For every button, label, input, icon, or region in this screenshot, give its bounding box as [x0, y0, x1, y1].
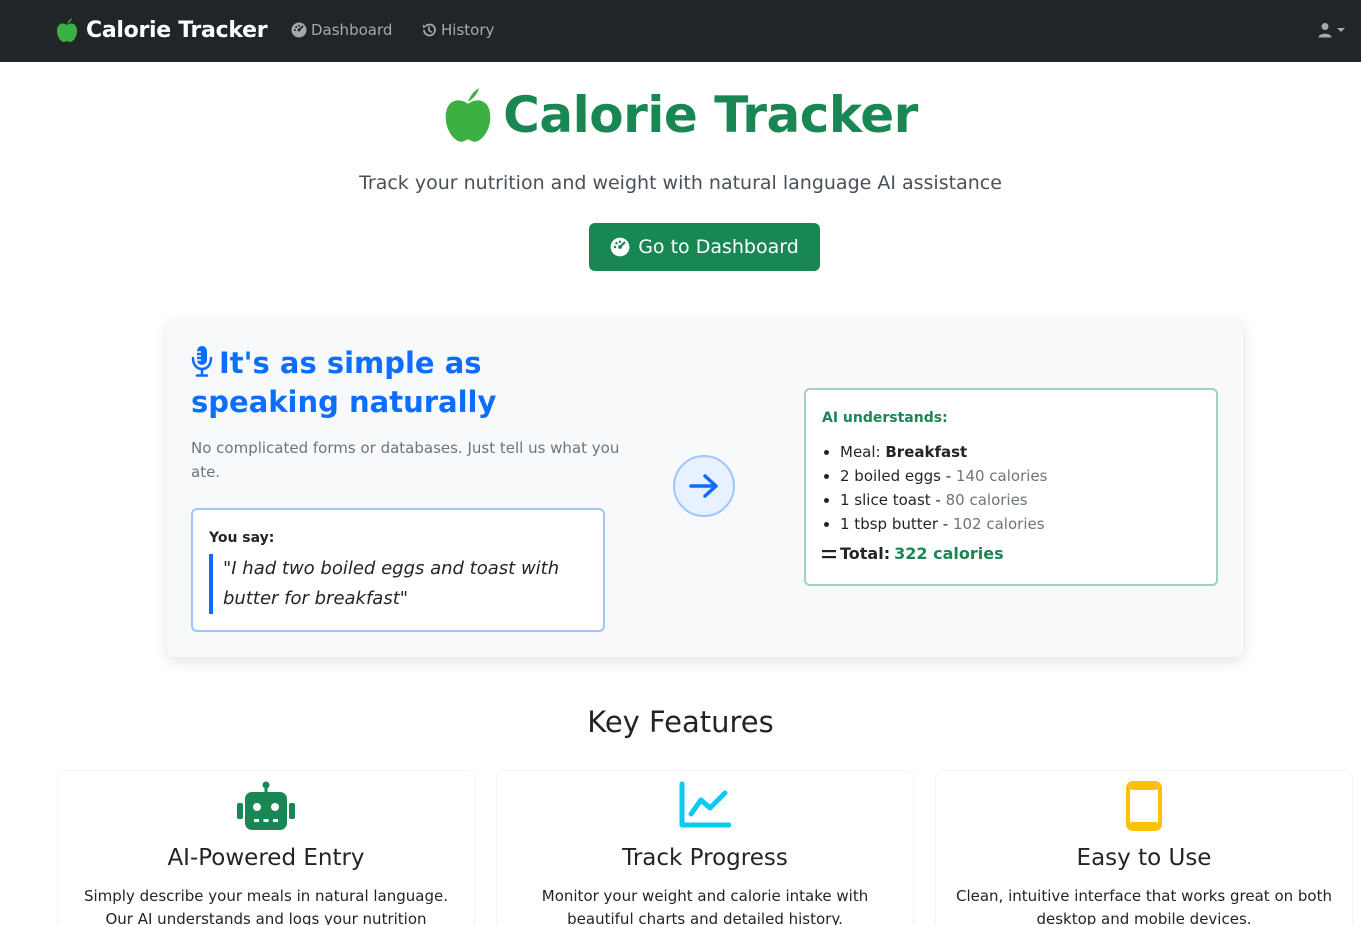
hero-title-text: Calorie Tracker: [503, 86, 918, 144]
feature-card-ai: AI-Powered Entry Simply describe your me…: [57, 770, 475, 925]
total-label: Total:: [840, 544, 891, 563]
demo-card: It's as simple as speaking naturally No …: [167, 320, 1243, 657]
user-icon: [1318, 23, 1332, 38]
meal-label: Meal:: [840, 443, 881, 461]
food-name: 1 tbsp butter: [840, 515, 939, 533]
microphone-icon: [191, 346, 213, 377]
feature-description: Monitor your weight and calorie intake w…: [541, 887, 869, 925]
features-title: Key Features: [587, 705, 774, 739]
chart-line-icon: [679, 781, 731, 828]
nav-link-history-label: History: [441, 21, 495, 39]
nav-link-dashboard[interactable]: Dashboard: [291, 21, 392, 39]
ai-understands-label: AI understands:: [822, 410, 948, 426]
food-separator: -: [938, 515, 953, 533]
demo-heading: It's as simple as speaking naturally: [191, 344, 621, 422]
feature-card-progress: Track Progress Monitor your weight and c…: [496, 770, 914, 925]
arrow-right-icon: [689, 474, 718, 498]
navbar: Calorie Tracker Dashboard History: [0, 0, 1361, 62]
food-name: 1 slice toast: [840, 491, 931, 509]
food-separator: -: [930, 491, 946, 509]
example-quote: "I had two boiled eggs and toast with bu…: [209, 554, 589, 614]
apple-icon: [445, 88, 491, 142]
arrow-circle: [673, 455, 735, 517]
navbar-brand[interactable]: Calorie Tracker: [56, 17, 268, 43]
total-value: 322 calories: [894, 544, 1004, 563]
feature-card-easy: Easy to Use Clean, intuitive interface t…: [935, 770, 1353, 925]
demo-description: No complicated forms or databases. Just …: [191, 439, 620, 481]
food-name: 2 boiled eggs: [840, 467, 941, 485]
list-item: 1 tbsp butter - 102 calories: [840, 512, 1047, 536]
tachometer-icon: [291, 22, 307, 38]
apple-icon: [57, 18, 77, 42]
list-item: Meal: Breakfast: [840, 440, 1047, 464]
food-calories: 102 calories: [952, 515, 1045, 533]
meal-value: Breakfast: [885, 443, 968, 461]
go-to-dashboard-button[interactable]: Go to Dashboard: [589, 223, 820, 271]
hero-title: Calorie Tracker: [0, 86, 1361, 144]
equals-icon: [822, 549, 836, 558]
brand-label: Calorie Tracker: [86, 17, 268, 43]
ai-item-list: Meal: Breakfast 2 boiled eggs - 140 calo…: [840, 440, 1047, 536]
nav-link-dashboard-label: Dashboard: [311, 21, 393, 39]
list-item: 2 boiled eggs - 140 calories: [840, 464, 1047, 488]
list-item: 1 slice toast - 80 calories: [840, 488, 1047, 512]
history-icon: [422, 23, 436, 37]
go-to-dashboard-label: Go to Dashboard: [638, 236, 799, 258]
feature-title: Track Progress: [622, 845, 788, 871]
food-calories: 140 calories: [955, 467, 1048, 485]
tachometer-icon: [610, 237, 630, 257]
feature-description: Simply describe your meals in natural la…: [83, 887, 448, 925]
robot-icon: [237, 781, 295, 830]
nav-link-history[interactable]: History: [421, 21, 494, 39]
feature-title: Easy to Use: [1076, 845, 1212, 871]
hero-subtitle: Track your nutrition and weight with nat…: [359, 172, 1002, 194]
feature-description: Clean, intuitive interface that works gr…: [955, 887, 1332, 925]
food-calories: 80 calories: [945, 491, 1028, 509]
caret-down-icon: [1337, 28, 1345, 32]
you-say-box: You say: "I had two boiled eggs and toas…: [191, 508, 605, 632]
food-separator: -: [940, 467, 956, 485]
feature-title: AI-Powered Entry: [167, 845, 365, 871]
mobile-icon: [1126, 781, 1162, 831]
ai-understands-box: AI understands: Meal: Breakfast 2 boiled…: [804, 388, 1218, 586]
you-say-label: You say:: [209, 530, 275, 546]
ai-total: Total: 322 calories: [822, 544, 1004, 563]
user-menu-toggle[interactable]: [1317, 22, 1345, 38]
demo-heading-text: It's as simple as speaking naturally: [191, 346, 497, 419]
